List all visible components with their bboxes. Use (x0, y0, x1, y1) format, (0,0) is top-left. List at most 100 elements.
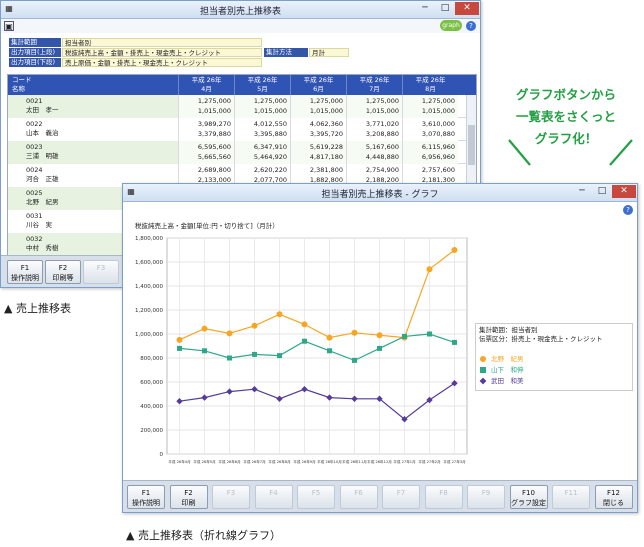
row-name: 北野 紀男 (26, 198, 59, 206)
row-name: 中村 秀樹 (26, 244, 59, 252)
row-code: 0024 (26, 166, 43, 174)
grid-header: コード 名称 平成 26年 4月 平成 26年 5月 平成 26年 6月 平成 26年 7月平… (8, 75, 476, 95)
value-cell: 5,167,600 4,448,880 (346, 141, 402, 164)
y-tick-label: 800,000 (140, 356, 163, 362)
y-tick-label: 1,200,000 (135, 308, 163, 314)
data-point (276, 311, 283, 318)
chart-header: 税抜純売上高・金額[単位:円・切り捨て]（月計） (135, 222, 279, 230)
f2-key: F2 (58, 264, 68, 272)
legend-swatch (479, 377, 487, 385)
f2-print-button[interactable]: F2 印刷等 (45, 260, 81, 284)
callout-text: グラフボタンから 一覧表をさくっと グラフ化！ (488, 84, 644, 150)
graph-window-titlebar: ▦ 担当者別売上推移表 - グラフ ─ □ ✕ (123, 184, 637, 202)
fkey-key: F9 (481, 489, 491, 497)
graph-window: ▦ 担当者別売上推移表 - グラフ ─ □ ✕ ? 税抜純売上高・金額[単位:円… (122, 183, 638, 513)
data-point (177, 345, 182, 351)
y-tick-label: 600,000 (140, 380, 163, 386)
table-toolbar: ▣ graph ? (1, 19, 480, 33)
data-point (302, 338, 307, 344)
fkey-f11-button[interactable]: F11 (552, 485, 590, 509)
fkey-label: 閉じる (603, 499, 624, 507)
value-cell: 1,275,000 1,015,000 (178, 95, 234, 118)
value-upper: 6,115,960 (421, 143, 455, 151)
y-tick-label: 1,600,000 (135, 260, 163, 266)
chart-legend: 集計範囲：担当者別 伝票区分：掛売上・現金売上・クレジット 北野 紀男山下 和伸… (475, 323, 633, 391)
fkey-key: F11 (564, 489, 578, 497)
fkey-f12-button[interactable]: F12 閉じる (594, 485, 633, 509)
legend-entry: 北野 紀男 (480, 354, 630, 364)
legend-item: 伝票区分：掛売上・現金売上・クレジット (479, 335, 603, 343)
data-point (176, 336, 183, 343)
fkey-f1-button[interactable]: F1 操作説明 (127, 485, 165, 509)
value-lower: 3,395,880 (253, 130, 287, 138)
field-label-upper: 出力項目(上段) (9, 48, 61, 57)
fkey-key: F4 (269, 489, 278, 497)
legend-entry: 武田 和美 (479, 376, 630, 386)
value-upper: 2,381,800 (309, 166, 343, 174)
minimize-button-2[interactable]: ─ (573, 185, 591, 198)
f1-label: 操作説明 (11, 274, 39, 282)
header-month-2: 平成 26年 5月 (234, 75, 290, 95)
table-window-titlebar: ▦ 担当者別売上推移表 ─ □ ✕ (1, 1, 480, 19)
help-icon-2[interactable]: ? (623, 205, 633, 215)
fkey-f6-button[interactable]: F6 (339, 485, 378, 509)
fkey-key: F10 (522, 489, 535, 497)
maximize-button[interactable]: □ (436, 2, 454, 15)
header-year: 平成 26年 (191, 76, 222, 84)
x-tick-label: 平成 26年10月 (317, 459, 342, 464)
data-point (252, 351, 257, 357)
close-button[interactable]: ✕ (455, 2, 479, 15)
table-row[interactable]: 0023 三浦 明雄 6,595,600 5,665,560 6,347,910 5,46… (8, 141, 468, 164)
fkey-f7-button[interactable]: F7 (382, 485, 420, 509)
value-upper: 2,689,800 (197, 166, 231, 174)
callout-line-3: グラフ化！ (534, 131, 598, 146)
f3-button[interactable]: F3 (83, 260, 119, 284)
value-upper: 3,610,000 (421, 120, 455, 128)
fkey-f3-button[interactable]: F3 (212, 485, 250, 509)
field-label-range: 集計範囲 (9, 38, 61, 47)
value-lower: 1,015,000 (197, 107, 231, 115)
fkey-key: F8 (439, 489, 448, 497)
graph-window-title: 担当者別売上推移表 - グラフ (321, 190, 439, 200)
legend-label: 北野 紀男 (491, 355, 524, 363)
data-point (201, 325, 208, 332)
fkey-f5-button[interactable]: F5 (297, 485, 335, 509)
f2-label: 印刷等 (52, 274, 74, 282)
legend-entry: 山下 和伸 (480, 365, 630, 375)
table-row[interactable]: 0021 太田 孝一 1,275,000 1,015,000 1,275,000 1,01… (8, 95, 468, 118)
value-upper: 1,275,000 (197, 97, 231, 105)
graph-caption: ▲ 売上推移表（折れ線グラフ） (126, 529, 281, 542)
fkey-f4-button[interactable]: F4 (254, 485, 293, 509)
minimize-button[interactable]: ─ (416, 2, 434, 15)
header-month: 6月 (313, 85, 324, 93)
close-button-2[interactable]: ✕ (612, 185, 636, 198)
fkey-f10-button[interactable]: F10 グラフ設定 (509, 485, 548, 509)
maximize-button-2[interactable]: □ (593, 185, 611, 198)
table-row[interactable]: 0022 山本 義治 3,989,270 3,379,880 4,012,550 3,39… (8, 118, 468, 141)
x-tick-label: 平成 27年1月 (393, 459, 415, 464)
row-name: 河合 正雄 (26, 175, 59, 183)
scroll-thumb[interactable] (468, 125, 475, 165)
fkey-f8-button[interactable]: F8 (424, 485, 463, 509)
row-name: 川谷 実 (26, 221, 52, 229)
fkey-f9-button[interactable]: F9 (467, 485, 505, 509)
value-cell: 6,595,600 5,665,560 (178, 141, 234, 164)
graph-button[interactable]: graph (440, 20, 462, 31)
y-tick-label: 400,000 (140, 404, 163, 410)
header-year: 平成 26年 (359, 76, 390, 84)
fkey-key: F5 (311, 489, 321, 497)
f1-help-button[interactable]: F1 操作説明 (7, 260, 43, 284)
legend-range: 集計範囲：担当者別 (479, 326, 538, 334)
field-value-upper: 税抜純売上高・金額・掛売上・現金売上・クレジット (62, 48, 262, 57)
value-upper: 1,275,000 (365, 97, 399, 105)
data-point (402, 333, 407, 339)
help-icon[interactable]: ? (466, 21, 476, 31)
header-code: コード (12, 76, 32, 84)
x-tick-label: 平成 26年5月 (193, 459, 215, 464)
value-lower: 5,665,560 (197, 153, 231, 161)
value-upper: 5,619,228 (309, 143, 343, 151)
fkey-f2-button[interactable]: F2 印刷 (169, 485, 208, 509)
grid-icon[interactable]: ▣ (4, 21, 14, 31)
value-lower: 5,464,920 (253, 153, 287, 161)
x-tick-label: 平成 26年12月 (367, 459, 392, 464)
